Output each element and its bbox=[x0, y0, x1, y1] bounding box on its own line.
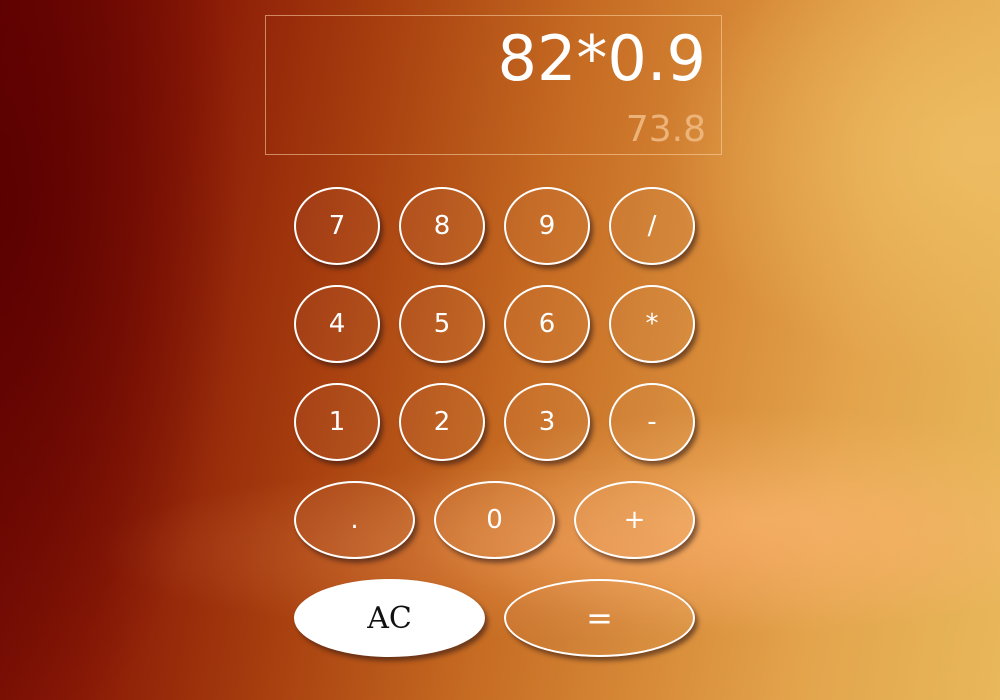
subtract-key[interactable]: - bbox=[609, 383, 695, 461]
add-key[interactable]: + bbox=[574, 481, 695, 559]
key-4[interactable]: 4 bbox=[294, 285, 380, 363]
key-2[interactable]: 2 bbox=[399, 383, 485, 461]
decimal-key[interactable]: . bbox=[294, 481, 415, 559]
key-8[interactable]: 8 bbox=[399, 187, 485, 265]
multiply-key[interactable]: * bbox=[609, 285, 695, 363]
key-3[interactable]: 3 bbox=[504, 383, 590, 461]
key-1[interactable]: 1 bbox=[294, 383, 380, 461]
result-text: 73.8 bbox=[625, 109, 706, 150]
divide-key[interactable]: / bbox=[609, 187, 695, 265]
key-5[interactable]: 5 bbox=[399, 285, 485, 363]
key-7[interactable]: 7 bbox=[294, 187, 380, 265]
key-9[interactable]: 9 bbox=[504, 187, 590, 265]
key-6[interactable]: 6 bbox=[504, 285, 590, 363]
calculator-display: 82*0.9 73.8 bbox=[265, 15, 722, 155]
key-0[interactable]: 0 bbox=[434, 481, 555, 559]
equals-button[interactable]: = bbox=[504, 579, 695, 657]
expression-text: 82*0.9 bbox=[497, 22, 707, 95]
clear-button[interactable]: AC bbox=[294, 579, 485, 657]
